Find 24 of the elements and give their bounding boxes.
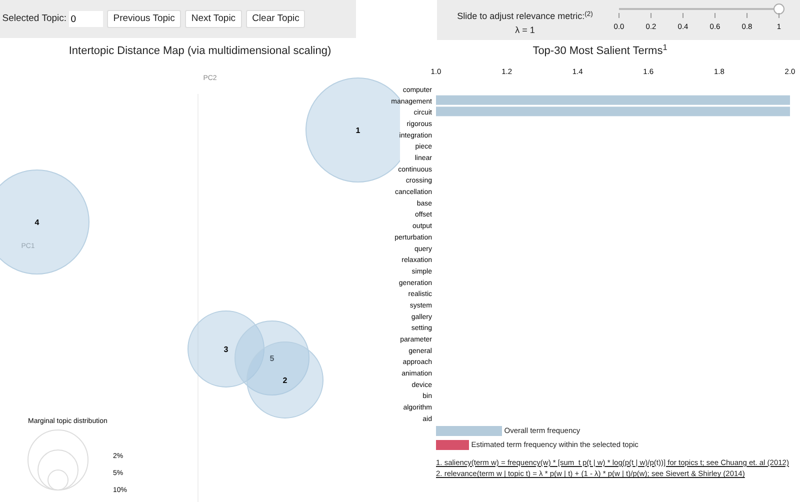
slider-thumb[interactable] <box>774 4 784 14</box>
topic-number: 2 <box>282 376 288 385</box>
tick-mark <box>650 12 652 18</box>
topic-number: 5 <box>270 354 274 363</box>
topic-button[interactable]: Next Topic <box>185 10 242 28</box>
topic-button[interactable]: Previous Topic <box>107 10 181 28</box>
map-title: Intertopic Distance Map (via multidimensional scaling) <box>68 44 332 59</box>
topic-number: 1 <box>356 126 360 135</box>
slider-track[interactable] <box>619 4 784 14</box>
tick-mark <box>746 12 748 18</box>
lambda-value: λ = 1 <box>515 24 535 36</box>
selected-topic-field[interactable]: 0 <box>68 11 103 27</box>
chart-title: Top-30 Most Salient Terms$^{1}$ <box>532 42 668 59</box>
topic-circle[interactable] <box>246 342 324 418</box>
selected-topic-label: Selected Topic: <box>2 12 67 26</box>
tick-mark <box>714 12 716 18</box>
relevance-label: Slide to adjust relevance metric:$^{(2)}$ <box>457 10 593 23</box>
tick-mark <box>778 12 780 18</box>
topic-button[interactable]: Clear Topic <box>246 10 306 28</box>
size-legend-circles <box>28 430 88 490</box>
tick-mark <box>618 12 620 18</box>
topic-number: 3 <box>224 345 228 354</box>
topic-number: 4 <box>34 218 40 227</box>
tick-mark <box>682 12 684 18</box>
